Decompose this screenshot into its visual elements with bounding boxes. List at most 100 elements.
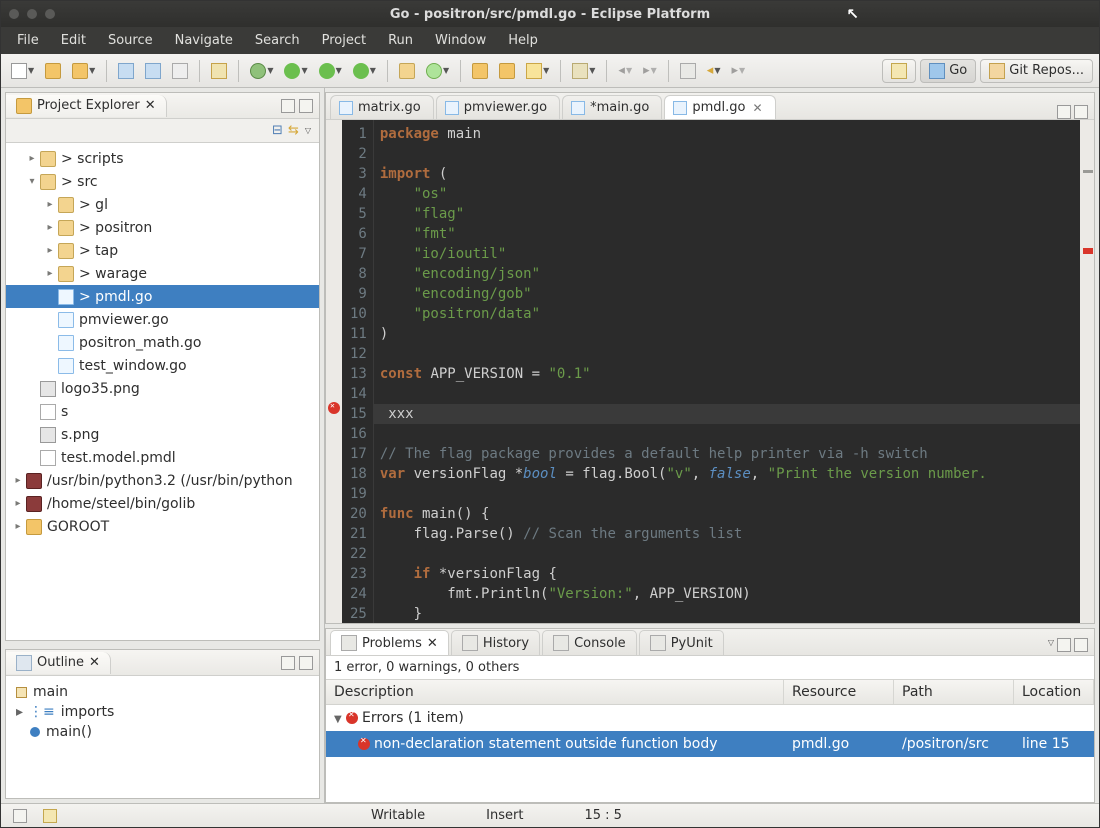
forward-button[interactable]: ▸▼: [727, 60, 749, 81]
new-file-button[interactable]: ▼: [68, 60, 99, 82]
project-tree[interactable]: ▸> scripts▾> src▸> gl▸> positron▸> tap▸>…: [6, 143, 319, 640]
editor-tab[interactable]: matrix.go: [330, 95, 434, 119]
save-all-button[interactable]: [141, 60, 165, 82]
tree-item[interactable]: pmviewer.go: [6, 308, 319, 331]
run-button[interactable]: ▼: [280, 60, 311, 82]
tree-item[interactable]: test_window.go: [6, 354, 319, 377]
close-icon[interactable]: ✕: [427, 636, 438, 651]
tree-item[interactable]: logo35.png: [6, 377, 319, 400]
tree-item[interactable]: positron_math.go: [6, 331, 319, 354]
tree-item[interactable]: test.model.pmdl: [6, 446, 319, 469]
new-type-button[interactable]: ▼: [422, 60, 453, 82]
new-button[interactable]: ▼: [7, 60, 38, 82]
menu-navigate[interactable]: Navigate: [165, 29, 243, 52]
open-type-button[interactable]: [468, 60, 492, 82]
minimize-icon[interactable]: [1057, 638, 1071, 652]
problems-row[interactable]: non-declaration statement outside functi…: [326, 731, 1094, 757]
error-icon: [346, 712, 358, 724]
external-tools-button[interactable]: ▼: [349, 60, 380, 82]
error-marker[interactable]: [1083, 248, 1093, 254]
tree-item[interactable]: s.png: [6, 423, 319, 446]
editor-tab[interactable]: *main.go: [562, 95, 662, 119]
view-menu-icon[interactable]: ▽: [1048, 638, 1054, 652]
close-icon[interactable]: ✕: [753, 101, 763, 115]
tree-item[interactable]: s: [6, 400, 319, 423]
print-button[interactable]: [168, 60, 192, 82]
outline-tab[interactable]: Outline ✕: [6, 652, 111, 674]
outline-item[interactable]: main: [16, 682, 309, 702]
collapse-all-icon[interactable]: ⊟: [272, 123, 283, 138]
link-editor-icon[interactable]: ⇆: [288, 123, 299, 138]
view-menu-icon[interactable]: ▽: [305, 126, 311, 135]
window-titlebar: Go - positron/src/pmdl.go - Eclipse Plat…: [1, 1, 1099, 27]
minimize-icon[interactable]: [281, 656, 295, 670]
menu-file[interactable]: File: [7, 29, 49, 52]
maximize-icon[interactable]: [299, 99, 313, 113]
outline-item[interactable]: main(): [16, 722, 309, 742]
status-icon[interactable]: [43, 809, 57, 823]
save-button[interactable]: [114, 60, 138, 82]
back-button[interactable]: ◂▼: [703, 60, 725, 81]
problems-group-errors[interactable]: ▼Errors (1 item): [326, 705, 1094, 731]
menu-project[interactable]: Project: [312, 29, 376, 52]
nav-prev-button[interactable]: ◂▼: [614, 60, 636, 81]
close-icon[interactable]: ✕: [89, 655, 100, 670]
error-icon: [341, 635, 357, 651]
minimize-icon[interactable]: [281, 99, 295, 113]
code-editor[interactable]: 1 2 3 4 5 6 7 8 9 10 11 12 13 14 15 16 1…: [326, 120, 1094, 623]
bottom-tab-problems[interactable]: Problems✕: [330, 630, 449, 655]
git-perspective-button[interactable]: Git Repos...: [980, 59, 1093, 83]
tree-item[interactable]: ▸> tap: [6, 239, 319, 262]
new-package-button[interactable]: [395, 60, 419, 82]
bottom-tab-console[interactable]: Console: [542, 630, 637, 655]
status-icon[interactable]: [13, 809, 27, 823]
menu-edit[interactable]: Edit: [51, 29, 96, 52]
tree-item[interactable]: ▸> positron: [6, 216, 319, 239]
tree-item[interactable]: ▸> gl: [6, 193, 319, 216]
editor-tab[interactable]: pmdl.go✕: [664, 95, 775, 119]
maximize-icon[interactable]: [299, 656, 313, 670]
open-task-button[interactable]: [495, 60, 519, 82]
menu-help[interactable]: Help: [498, 29, 548, 52]
maximize-icon[interactable]: [1074, 638, 1088, 652]
pin-button[interactable]: [676, 60, 700, 82]
search-button[interactable]: ▼: [522, 60, 553, 82]
minimize-icon[interactable]: [1057, 105, 1071, 119]
close-window-button[interactable]: [9, 9, 19, 19]
tree-item[interactable]: ▸/home/steel/bin/golib: [6, 492, 319, 515]
tree-item[interactable]: ▸GOROOT: [6, 515, 319, 538]
open-perspective-button[interactable]: [882, 59, 916, 83]
debug-button[interactable]: ▼: [246, 60, 277, 82]
problems-table-header[interactable]: Description Resource Path Location: [326, 679, 1094, 705]
editor-tab[interactable]: pmviewer.go: [436, 95, 560, 119]
menu-source[interactable]: Source: [98, 29, 163, 52]
build-button[interactable]: [207, 60, 231, 82]
tree-item[interactable]: ▾> src: [6, 170, 319, 193]
outline-item[interactable]: ▸⋮≡imports: [16, 702, 309, 722]
menu-run[interactable]: Run: [378, 29, 423, 52]
status-writable: Writable: [341, 808, 456, 823]
tree-item[interactable]: ▸> warage: [6, 262, 319, 285]
bottom-tab-history[interactable]: History: [451, 630, 540, 655]
error-icon[interactable]: [328, 402, 340, 414]
tree-item[interactable]: > pmdl.go: [6, 285, 319, 308]
maximize-icon[interactable]: [1074, 105, 1088, 119]
close-icon[interactable]: ✕: [145, 98, 156, 113]
project-explorer-tab[interactable]: Project Explorer ✕: [6, 95, 167, 117]
tree-item[interactable]: ▸> scripts: [6, 147, 319, 170]
new-project-button[interactable]: [41, 60, 65, 82]
bottom-tab-pyunit[interactable]: PyUnit: [639, 630, 724, 655]
tree-item[interactable]: ▸/usr/bin/python3.2 (/usr/bin/python: [6, 469, 319, 492]
go-perspective-button[interactable]: Go: [920, 59, 976, 83]
toggle-button[interactable]: ▼: [568, 60, 599, 82]
menu-search[interactable]: Search: [245, 29, 310, 52]
menu-window[interactable]: Window: [425, 29, 496, 52]
status-bar: Writable Insert 15 : 5: [1, 803, 1099, 827]
run-last-button[interactable]: ▼: [315, 60, 346, 82]
nav-next-button[interactable]: ▸▼: [639, 60, 661, 81]
overview-ruler[interactable]: [1080, 120, 1094, 623]
outline-body[interactable]: main ▸⋮≡imports main(): [6, 676, 319, 798]
minimize-window-button[interactable]: [27, 9, 37, 19]
problems-summary: 1 error, 0 warnings, 0 others: [326, 656, 1094, 679]
maximize-window-button[interactable]: [45, 9, 55, 19]
